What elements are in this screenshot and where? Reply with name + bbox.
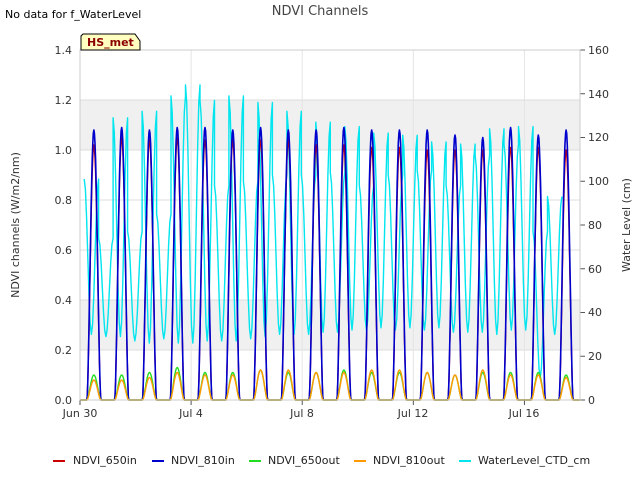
legend-item-ndvi-650in: NDVI_650in — [53, 454, 137, 467]
y-tick-label-0: 0.0 — [55, 394, 73, 407]
x-axis: Jun 30 Jul 4 Jul 8 Jul 12 Jul 16 — [62, 407, 540, 420]
y-tick-label-2: 0.4 — [55, 294, 73, 307]
y2-axis-title: Water Level (cm) — [620, 178, 633, 272]
legend-item-waterlevel-ctd: WaterLevel_CTD_cm — [459, 454, 590, 467]
y2-tick-label-4: 80 — [588, 219, 602, 232]
legend-item-ndvi-650out: NDVI_650out — [249, 454, 340, 467]
site-badge: HS_met — [80, 33, 141, 51]
legend-label-waterlevel-ctd: WaterLevel_CTD_cm — [478, 454, 590, 467]
ndvi-chart: No data for f_WaterLevel NDVI Channels J… — [5, 4, 633, 467]
legend-label-ndvi-650out: NDVI_650out — [268, 454, 340, 467]
y-tick-label-5: 1.0 — [55, 144, 73, 157]
legend-label-ndvi-810out: NDVI_810out — [373, 454, 445, 467]
y-axis-left: 0.0 0.2 0.4 0.6 0.8 1.0 1.2 1.4 — [55, 44, 73, 407]
legend-label-ndvi-810in: NDVI_810in — [171, 454, 235, 467]
y-tick-label-6: 1.2 — [55, 94, 73, 107]
y-tick-label-4: 0.8 — [55, 194, 73, 207]
y-axis-right: 0 20 40 60 80 100 120 140 160 — [588, 44, 609, 407]
y2-tick-label-3: 60 — [588, 263, 602, 276]
legend-item-ndvi-810in: NDVI_810in — [152, 454, 235, 467]
y2-tick-label-0: 0 — [588, 394, 595, 407]
y2-tick-label-8: 160 — [588, 44, 609, 57]
y-tick-label-1: 0.2 — [55, 344, 73, 357]
x-tick-label-2: Jul 8 — [289, 407, 314, 420]
legend: NDVI_650in NDVI_810in NDVI_650out NDVI_8… — [53, 454, 590, 467]
legend-label-ndvi-650in: NDVI_650in — [73, 454, 137, 467]
x-tick-label-4: Jul 16 — [508, 407, 540, 420]
x-tick-label-1: Jul 4 — [178, 407, 203, 420]
y-tick-label-7: 1.4 — [55, 44, 73, 57]
y2-tick-label-5: 100 — [588, 175, 609, 188]
x-tick-label-3: Jul 12 — [397, 407, 429, 420]
chart-title: NDVI Channels — [272, 4, 369, 19]
legend-item-ndvi-810out: NDVI_810out — [354, 454, 445, 467]
y-axis-title: NDVI channels (W/m2/nm) — [9, 152, 22, 298]
y2-tick-label-2: 40 — [588, 306, 602, 319]
y2-tick-label-6: 120 — [588, 131, 609, 144]
y-tick-label-3: 0.6 — [55, 244, 73, 257]
no-data-notice: No data for f_WaterLevel — [5, 8, 141, 21]
y2-tick-label-1: 20 — [588, 350, 602, 363]
x-tick-label-0: Jun 30 — [62, 407, 98, 420]
site-badge-label: HS_met — [87, 36, 134, 49]
y2-tick-label-7: 140 — [588, 88, 609, 101]
